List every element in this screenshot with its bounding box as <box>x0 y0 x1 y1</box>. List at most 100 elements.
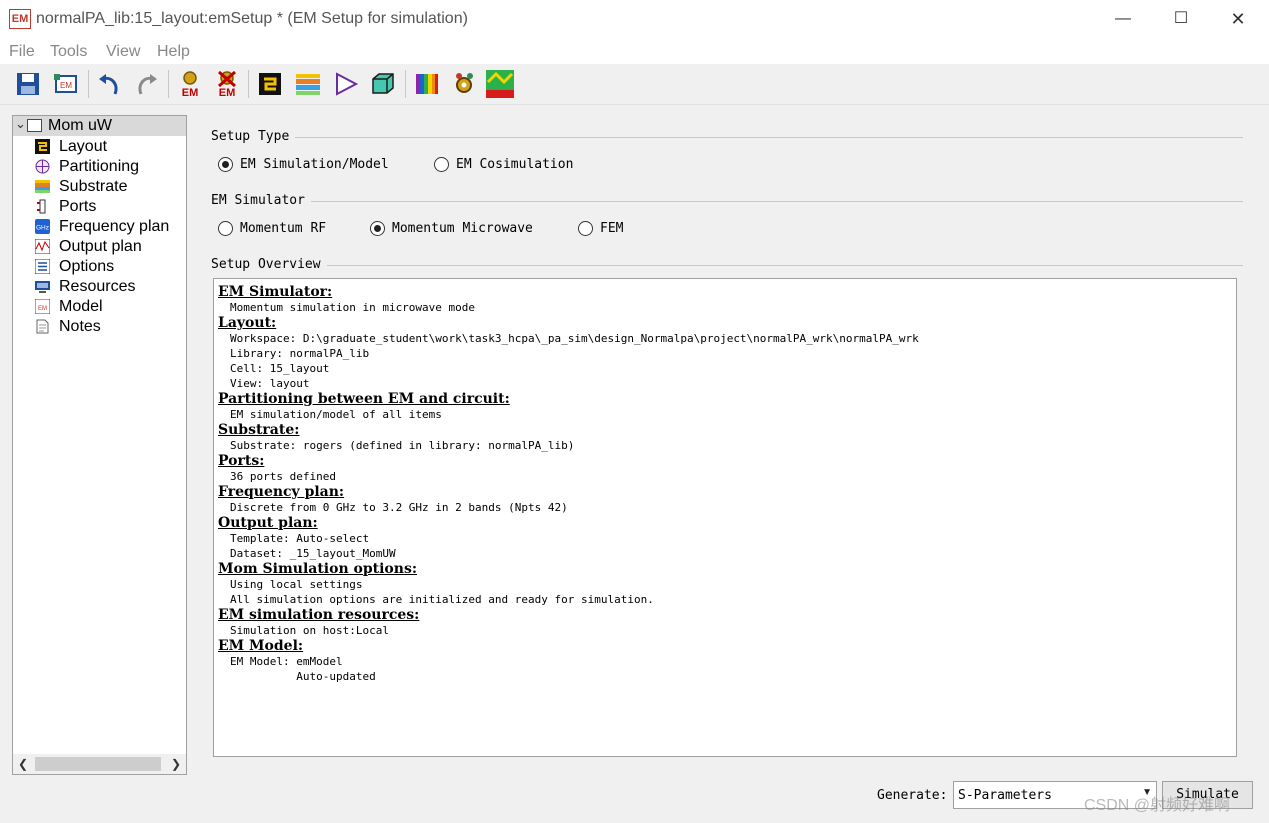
overview-line: Using local settings <box>230 578 363 591</box>
tree-item-label: Layout <box>59 138 108 155</box>
options-icon <box>35 259 50 274</box>
overview-heading: Layout: <box>218 315 277 331</box>
tree-item-ports[interactable]: Ports <box>35 197 185 217</box>
save-icon[interactable] <box>14 70 42 98</box>
tree-item-label: Partitioning <box>59 158 140 175</box>
overview-line: Auto-updated <box>230 670 376 683</box>
overview-line: 36 ports defined <box>230 470 336 483</box>
visualization-icon[interactable] <box>486 70 514 98</box>
menu-view[interactable]: View <box>106 43 140 61</box>
substrate-icon <box>35 179 50 194</box>
tree-item-output-plan[interactable]: Output plan <box>35 237 185 257</box>
tree-item-model[interactable]: EM Model <box>35 297 185 317</box>
overview-line: Discrete from 0 GHz to 3.2 GHz in 2 band… <box>230 501 568 514</box>
resources-icon <box>35 279 50 294</box>
radio-label: EM Cosimulation <box>456 157 574 172</box>
overview-heading: EM simulation resources: <box>218 607 420 623</box>
tree-root-label: Mom uW <box>48 117 112 134</box>
scrollbar-thumb[interactable] <box>35 757 161 771</box>
undo-icon[interactable] <box>95 70 123 98</box>
3d-view-icon[interactable] <box>369 70 397 98</box>
overview-line: Library: normalPA_lib <box>230 347 370 360</box>
tree-item-options[interactable]: Options <box>35 257 185 277</box>
menu-tools[interactable]: Tools <box>50 43 87 61</box>
radio-momentum-microwave[interactable] <box>370 221 385 236</box>
menu-file[interactable]: File <box>9 43 35 61</box>
notes-icon <box>35 319 50 334</box>
chevron-down-icon[interactable]: ⌄ <box>15 116 26 132</box>
radio-label: EM Simulation/Model <box>240 157 389 172</box>
optimize-icon[interactable] <box>450 70 478 98</box>
minimize-button[interactable]: — <box>1094 0 1152 38</box>
tree-item-partitioning[interactable]: Partitioning <box>35 157 185 177</box>
em-simulator-label: EM Simulator <box>211 193 311 208</box>
window-title: normalPA_lib:15_layout:emSetup * (EM Set… <box>36 10 468 27</box>
overview-heading: Output plan: <box>218 515 318 531</box>
setup-overview-panel: EM Simulator: Momentum simulation in micr… <box>213 278 1237 757</box>
svg-text:EM: EM <box>219 87 236 98</box>
toolbar: EM EM EM <box>0 64 1269 105</box>
watermark: CSDN @射频好难啊 <box>1084 797 1231 814</box>
overview-line: View: layout <box>230 377 310 390</box>
radio-label: Momentum Microwave <box>392 221 533 236</box>
maximize-button[interactable]: ☐ <box>1152 0 1210 38</box>
tree-item-notes[interactable]: Notes <box>35 317 185 337</box>
tree-horizontal-scrollbar[interactable]: ❮ ❯ <box>13 754 186 774</box>
partitioning-icon <box>35 159 50 174</box>
overview-line: Template: Auto-select <box>230 532 370 545</box>
tree-item-frequency-plan[interactable]: GHz Frequency plan <box>35 217 185 237</box>
radio-em-simulation-model[interactable] <box>218 157 233 172</box>
redo-icon[interactable] <box>133 70 161 98</box>
overview-line: Simulation on host:Local <box>230 624 389 637</box>
overview-line: All simulation options are initialized a… <box>230 593 654 606</box>
em-app-icon: EM <box>9 9 31 29</box>
overview-line: Cell: 15_layout <box>230 362 330 375</box>
tree-root-mom-uw[interactable]: ⌄ Mom uW <box>13 116 186 136</box>
overview-heading: Mom Simulation options: <box>218 561 417 577</box>
generate-value: S-Parameters <box>958 788 1052 803</box>
tree-item-substrate[interactable]: Substrate <box>35 177 185 197</box>
em-model-icon[interactable]: EM <box>52 70 80 98</box>
overview-content: EM Simulator: Momentum simulation in micr… <box>214 284 919 684</box>
ports-icon <box>35 199 50 214</box>
svg-text:EM: EM <box>38 306 47 312</box>
tree-item-label: Model <box>59 298 103 315</box>
overview-line: Substrate: rogers (defined in library: n… <box>230 439 575 452</box>
tree-item-layout[interactable]: Layout <box>35 137 185 157</box>
em-model-icon: EM <box>35 299 50 314</box>
tree-item-resources[interactable]: Resources <box>35 277 185 297</box>
tree-item-label: Output plan <box>59 238 142 255</box>
overview-line: Workspace: D:\graduate_student\work\task… <box>230 332 919 345</box>
close-button[interactable]: ✕ <box>1209 0 1267 38</box>
svg-text:EM: EM <box>182 87 199 98</box>
menu-help[interactable]: Help <box>157 43 190 61</box>
menu-bar: File Tools View Help <box>0 38 1269 64</box>
layout-icon[interactable] <box>256 70 284 98</box>
overview-heading: Partitioning between EM and circuit: <box>218 391 510 407</box>
layout-icon <box>35 139 50 154</box>
em-simulate-icon[interactable]: EM <box>176 70 204 98</box>
overview-heading: Frequency plan: <box>218 484 345 500</box>
ghz-icon: GHz <box>35 219 50 234</box>
overview-line: EM Model: emModel <box>230 655 343 668</box>
radio-momentum-rf[interactable] <box>218 221 233 236</box>
radio-label: Momentum RF <box>240 221 327 236</box>
tree-item-label: Frequency plan <box>59 218 170 235</box>
radio-em-cosimulation[interactable] <box>434 157 449 172</box>
ports-icon[interactable] <box>332 70 360 98</box>
substrate-icon[interactable] <box>294 70 322 98</box>
scroll-left-icon[interactable]: ❮ <box>15 755 31 773</box>
radio-label: FEM <box>600 221 624 236</box>
em-stop-icon[interactable]: EM <box>213 70 241 98</box>
color-map-icon[interactable] <box>413 70 441 98</box>
radio-fem[interactable] <box>578 221 593 236</box>
overview-heading: Substrate: <box>218 422 300 438</box>
tree-item-label: Options <box>59 258 115 275</box>
scroll-right-icon[interactable]: ❯ <box>168 755 184 773</box>
setup-type-label: Setup Type <box>211 129 296 144</box>
tree-item-label: Ports <box>59 198 97 215</box>
setup-overview-label: Setup Overview <box>211 257 327 272</box>
overview-heading: EM Model: <box>218 638 304 654</box>
overview-heading: EM Simulator: <box>218 284 333 300</box>
output-plan-icon <box>35 239 50 254</box>
